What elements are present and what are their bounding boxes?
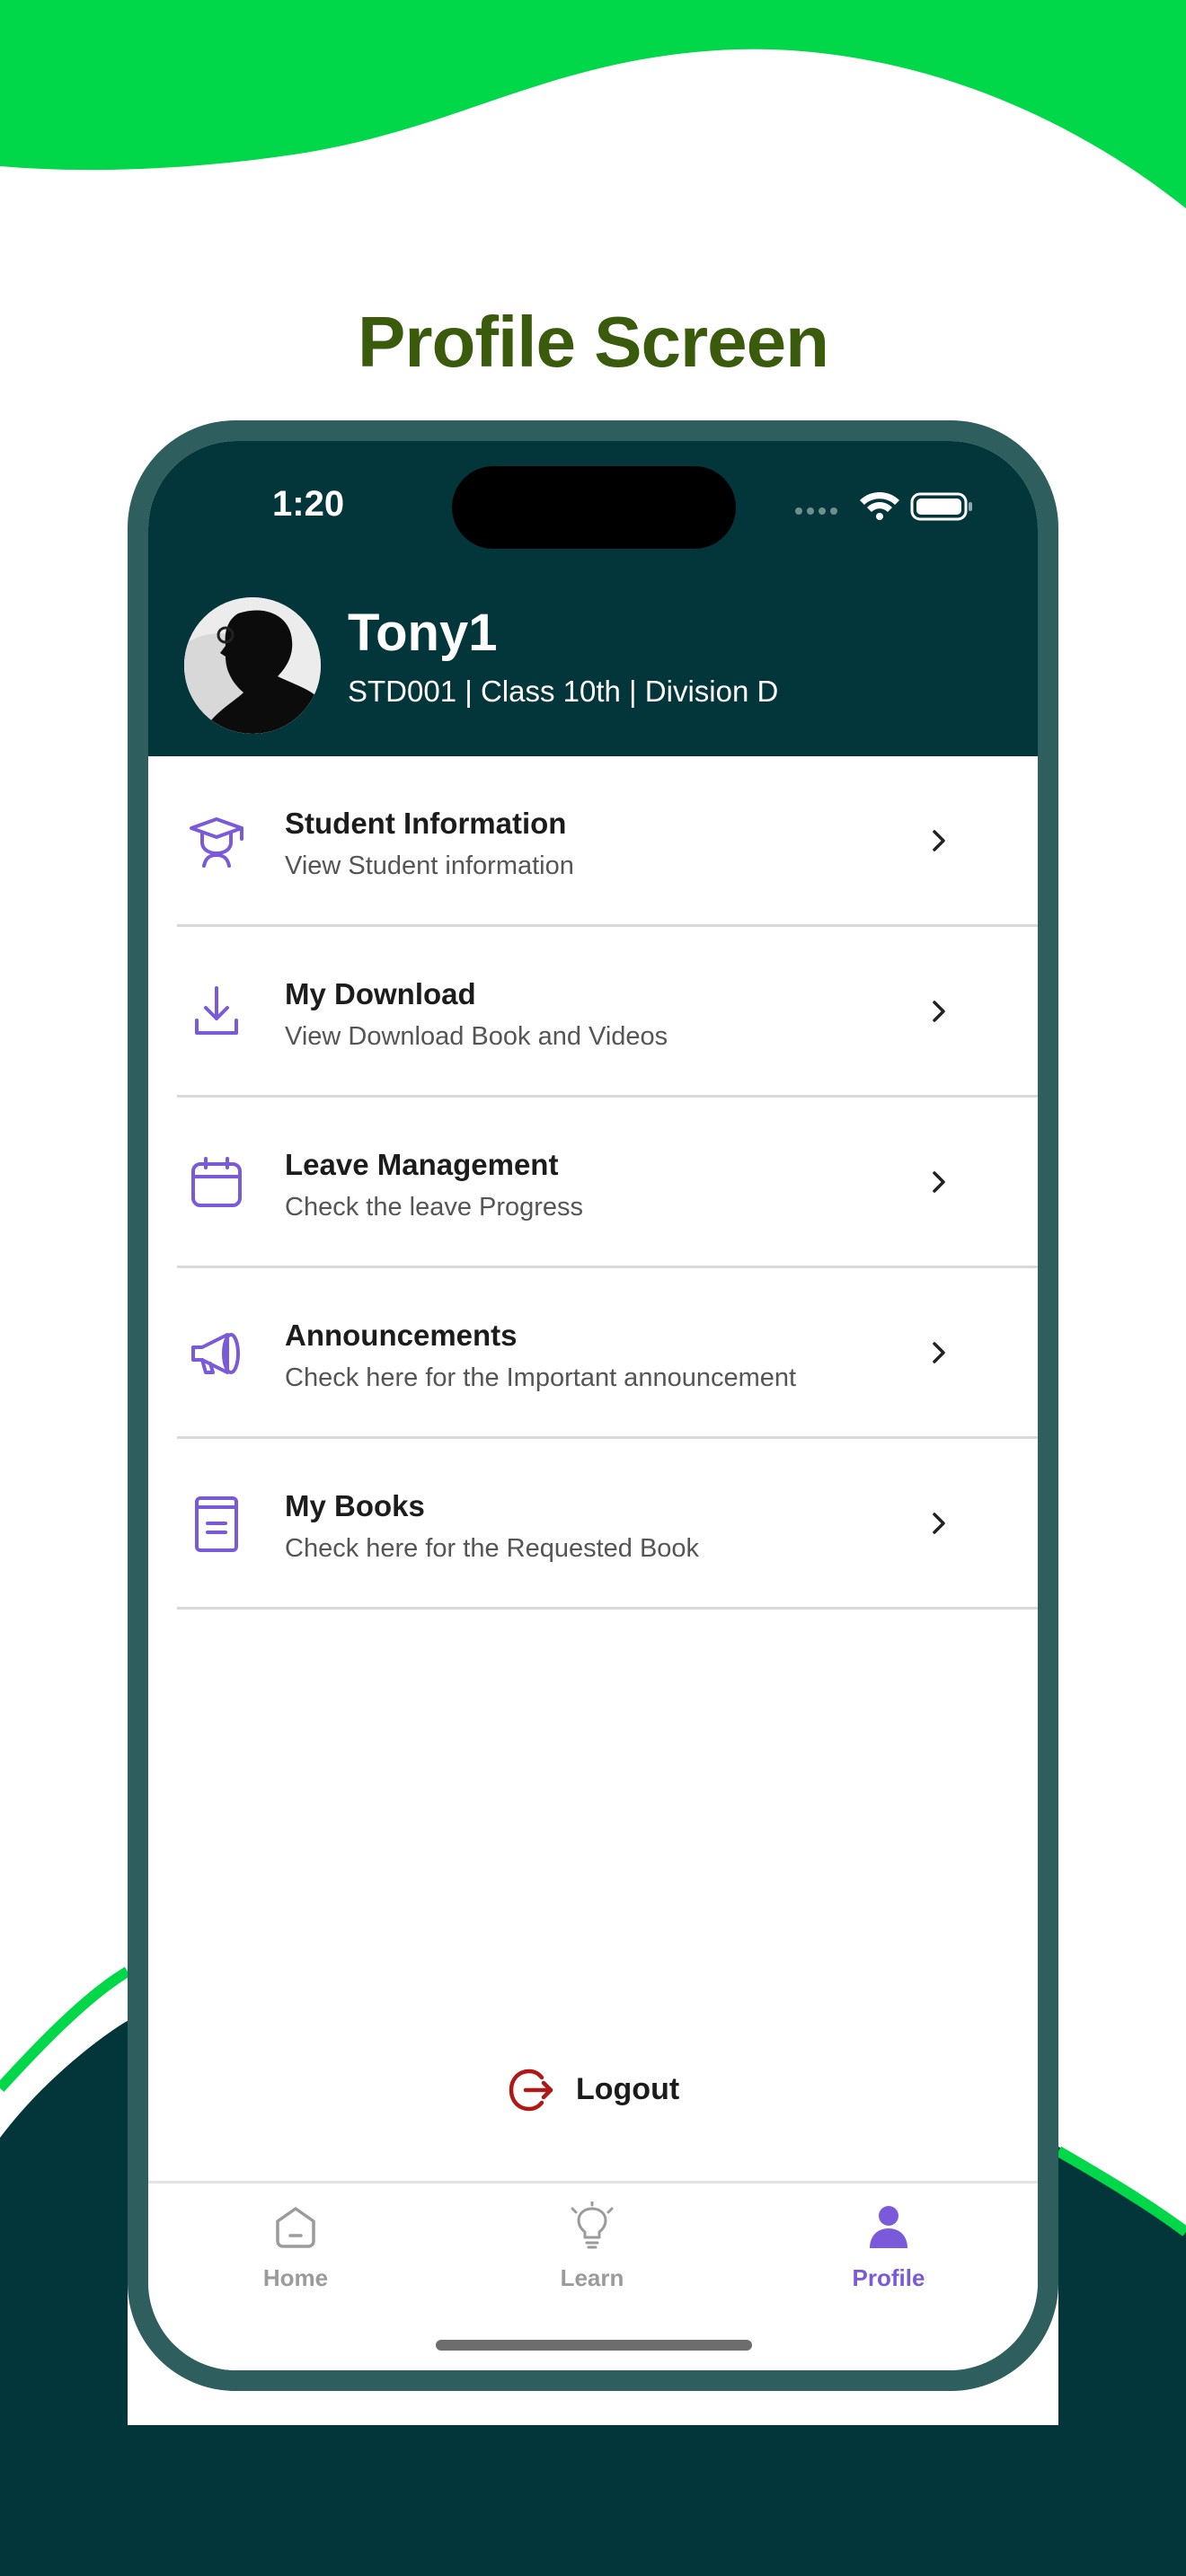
logout-icon	[509, 2069, 553, 2112]
menu-item-leave-management[interactable]: Leave Management Check the leave Progres…	[177, 1098, 1038, 1268]
chevron-right-icon	[933, 1513, 945, 1534]
download-icon	[195, 986, 238, 1035]
profile-menu: Student Information View Student informa…	[148, 756, 1038, 1610]
phone-screen: 1:20 Tony1 STD001 | Class 10th | Divisio…	[148, 441, 1038, 2370]
chevron-right-icon	[933, 1001, 945, 1022]
promo-title: Profile Screen	[357, 302, 829, 382]
tab-home[interactable]: Home	[206, 2201, 385, 2318]
profile-header: 1:20 Tony1 STD001 | Class 10th | Divisio…	[148, 441, 1038, 756]
chevron-right-icon	[933, 830, 945, 851]
menu-item-announcements[interactable]: Announcements Check here for the Importa…	[177, 1268, 1038, 1439]
menu-item-title: My Books	[285, 1489, 425, 1522]
menu-item-title: My Download	[285, 977, 476, 1010]
status-time: 1:20	[272, 484, 345, 524]
tab-profile[interactable]: Profile	[799, 2201, 978, 2318]
home-icon	[276, 2207, 315, 2248]
battery-icon	[910, 492, 972, 521]
menu-item-title: Student Information	[285, 807, 567, 840]
tab-learn[interactable]: Learn	[502, 2201, 682, 2318]
tab-label: Profile	[852, 2264, 925, 2291]
wifi-icon	[860, 492, 899, 520]
tab-label: Learn	[560, 2264, 624, 2291]
menu-item-description: View Student information	[285, 851, 574, 880]
calendar-icon	[191, 1157, 242, 1207]
chevron-right-icon	[933, 1171, 945, 1193]
person-icon	[870, 2206, 907, 2248]
menu-item-title: Leave Management	[285, 1148, 559, 1181]
book-icon	[195, 1496, 238, 1552]
profile-name: Tony1	[348, 604, 498, 662]
logout-label: Logout	[576, 2072, 680, 2106]
menu-item-my-books[interactable]: My Books Check here for the Requested Bo…	[177, 1439, 1038, 1610]
menu-item-my-download[interactable]: My Download View Download Book and Video…	[177, 927, 1038, 1098]
menu-item-description: Check the leave Progress	[285, 1193, 584, 1222]
menu-item-description: Check here for the Important announcemen…	[285, 1363, 797, 1392]
lightbulb-icon	[571, 2201, 614, 2249]
menu-item-student-information[interactable]: Student Information View Student informa…	[177, 756, 1038, 927]
status-icons	[795, 492, 972, 521]
graduate-icon	[190, 817, 243, 868]
signal-icon	[795, 507, 837, 515]
avatar-silhouette-icon	[184, 597, 321, 734]
tab-label: Home	[262, 2264, 329, 2291]
dynamic-island	[452, 466, 736, 549]
home-indicator[interactable]	[436, 2340, 752, 2351]
avatar[interactable]	[184, 597, 321, 734]
chevron-right-icon	[933, 1342, 945, 1363]
menu-item-description: View Download Book and Videos	[285, 1022, 668, 1051]
menu-item-title: Announcements	[285, 1319, 518, 1352]
profile-details: STD001 | Class 10th | Division D	[348, 675, 779, 708]
logout-button[interactable]: Logout	[508, 2063, 723, 2117]
menu-item-description: Check here for the Requested Book	[285, 1534, 700, 1563]
megaphone-icon	[191, 1333, 240, 1374]
